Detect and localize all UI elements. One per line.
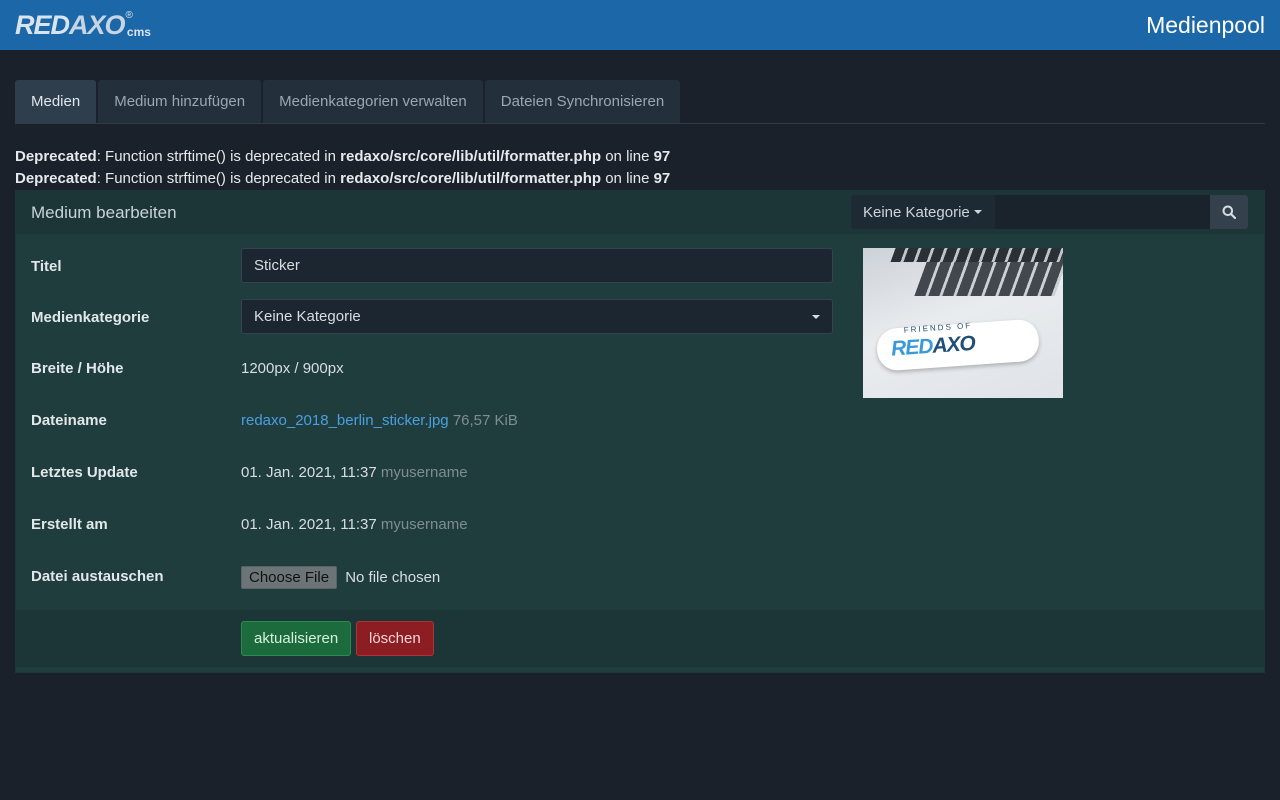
filename-label: Dateiname [31,412,107,429]
search-input[interactable] [995,195,1211,229]
no-file-text: No file chosen [345,569,441,586]
last-update-date: 01. Jan. 2021, 11:37 [241,464,377,481]
warning-line: 97 [653,148,671,165]
panel-header: Medium bearbeiten Keine Kategorie [16,191,1264,234]
top-header: REDAXO ® cms Medienpool [0,0,1280,50]
tab-dateien-synchronisieren[interactable]: Dateien Synchronisieren [484,80,681,123]
caret-down-icon [973,210,982,214]
last-update-label: Letztes Update [31,464,138,481]
update-button[interactable]: aktualisieren [241,621,352,656]
tab-medien[interactable]: Medien [15,80,97,123]
media-category-value: Keine Kategorie [254,308,361,325]
warning-online: on line [601,148,654,165]
created-user: myusername [380,516,468,533]
category-filter-label: Keine Kategorie [863,203,970,221]
created-date: 01. Jan. 2021, 11:37 [241,516,377,533]
title-input[interactable]: Sticker [241,248,833,283]
dimensions-value: 1200px / 900px [241,360,344,377]
warning-text: : Function strftime() is deprecated in [96,148,341,165]
keyboard-graphic [890,248,1063,262]
last-update-row: 01. Jan. 2021, 11:37 myusername [241,464,468,481]
media-preview-image: FRIENDS OF REDAXO [863,248,1063,398]
page-title: Medienpool [1146,12,1265,38]
tab-medienkategorien-verwalten[interactable]: Medienkategorien verwalten [263,80,483,123]
search-button[interactable] [1210,195,1248,229]
file-input: Choose File No file chosen [241,566,440,589]
warning-online: on line [601,170,654,187]
delete-button[interactable]: löschen [356,621,434,656]
filesize: 76,57 KiB [452,412,518,429]
category-filter-dropdown[interactable]: Keine Kategorie [851,195,995,229]
logo-cms: cms [126,25,151,39]
tab-medium-hinzufuegen[interactable]: Medium hinzufügen [98,80,262,123]
filename-row: redaxo_2018_berlin_sticker.jpg 76,57 KiB [241,412,518,429]
redaxo-logo[interactable]: REDAXO ® cms [15,10,151,40]
logo-wordmark: REDAXO [15,10,126,40]
media-category-label: Medienkategorie [31,309,150,326]
search-icon [1222,205,1236,219]
tab-bar: Medien Medium hinzufügen Medienkategorie… [15,80,1265,124]
choose-file-button[interactable]: Choose File [241,566,338,589]
created-row: 01. Jan. 2021, 11:37 myusername [241,516,468,533]
created-label: Erstellt am [31,516,108,533]
replace-file-label: Datei austauschen [31,568,164,585]
caret-down-icon [812,315,820,319]
warning-type: Deprecated [15,148,97,165]
filename-link[interactable]: redaxo_2018_berlin_sticker.jpg [241,412,449,429]
warning-file: redaxo/src/core/lib/util/formatter.php [340,170,602,187]
edit-media-panel: Medium bearbeiten Keine Kategorie Titel … [15,190,1265,673]
deprecation-warning: Deprecated: Function strftime() is depre… [15,170,670,187]
dimensions-label: Breite / Höhe [31,360,124,377]
warning-line: 97 [653,170,671,187]
sticker-graphic: FRIENDS OF REDAXO [875,318,1041,372]
deprecation-warning: Deprecated: Function strftime() is depre… [15,148,670,165]
warning-file: redaxo/src/core/lib/util/formatter.php [340,148,602,165]
last-update-user: myusername [380,464,468,481]
warning-text: : Function strftime() is deprecated in [96,170,341,187]
sticker-logo-text: REDAXO [890,331,976,361]
panel-title: Medium bearbeiten [31,203,177,222]
panel-footer: aktualisieren löschen [16,610,1264,667]
warning-type: Deprecated [15,170,97,187]
title-label: Titel [31,258,62,275]
logo-registered-mark: ® [125,10,133,21]
media-category-select[interactable]: Keine Kategorie [241,299,833,334]
